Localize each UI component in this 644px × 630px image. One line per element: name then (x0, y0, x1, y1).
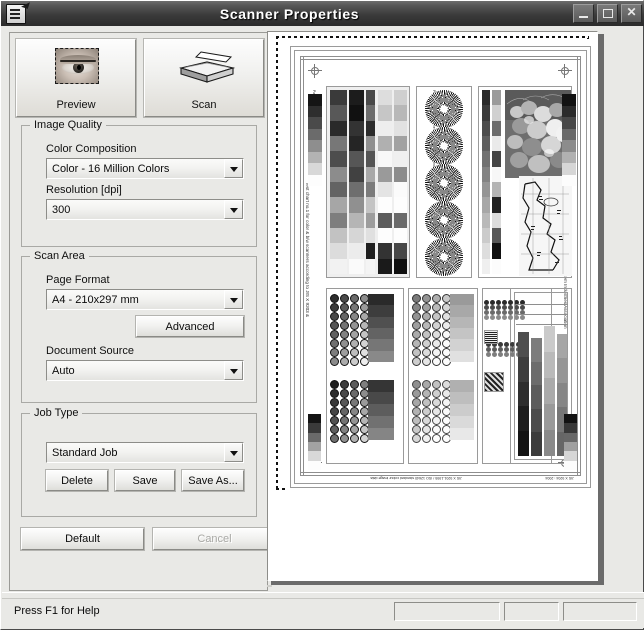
density-bar (531, 338, 542, 456)
scanned-test-chart: Test chart no.1 for color & b/w scanners… (286, 42, 595, 492)
resolution-label: Resolution [dpi] (46, 184, 122, 196)
status-panel-3 (563, 602, 637, 621)
resolution-sunburst (425, 127, 463, 165)
chevron-down-icon[interactable] (224, 159, 243, 178)
preview-shadow-corner (267, 585, 272, 587)
density-bar (544, 326, 555, 456)
scanner-document-icon (6, 3, 26, 24)
preview-button[interactable]: Preview (15, 38, 137, 118)
eye-selection-icon (55, 48, 99, 84)
density-bar (518, 332, 529, 456)
status-divider (2, 598, 644, 599)
color-patch-rings (330, 294, 370, 366)
advanced-button[interactable]: Advanced (135, 315, 245, 338)
resolution-select[interactable]: 300 (46, 199, 244, 220)
grayscale-wedge (308, 94, 322, 186)
page-format-select[interactable]: A4 - 210x297 mm (46, 289, 244, 310)
color-composition-value: Color - 16 Million Colors (52, 162, 170, 175)
close-button[interactable]: ✕ (621, 4, 642, 23)
page-format-label: Page Format (46, 274, 110, 286)
preview-pane[interactable]: Test chart no.1 for color & b/w scanners… (267, 31, 598, 581)
save-job-button[interactable]: Save (114, 469, 176, 492)
status-bar: Press F1 for Help (2, 592, 644, 628)
registration-mark (558, 64, 572, 78)
minimize-button[interactable] (573, 4, 594, 23)
cancel-button: Cancel (152, 527, 277, 551)
status-panel-2 (504, 602, 559, 621)
save-job-as-button[interactable]: Save As... (181, 469, 245, 492)
maximize-button[interactable] (597, 4, 618, 23)
settings-panel: Preview Scan Image Quality Color Composi… (9, 32, 277, 591)
status-help-text: Press F1 for Help (14, 605, 100, 617)
scan-button[interactable]: Scan (143, 38, 265, 118)
scan-area-group: Scan Area Page Format A4 - 210x297 mm Ad… (21, 250, 257, 403)
scanner-properties-window: Scanner Properties ✕ Preview Scan Image … (0, 0, 644, 630)
color-patch-rings (330, 380, 370, 443)
document-source-select[interactable]: Auto (46, 360, 244, 381)
resolution-sunburst (425, 238, 463, 276)
color-patch-rings (412, 380, 452, 443)
document-source-value: Auto (52, 364, 75, 377)
job-type-value: Standard Job (52, 446, 118, 459)
grayscale-wedge (564, 414, 577, 470)
title-bar: Scanner Properties ✕ (1, 1, 644, 26)
resolution-sunburst (425, 90, 463, 128)
job-type-title: Job Type (30, 407, 83, 419)
chevron-down-icon[interactable] (224, 361, 243, 380)
status-panel-1 (394, 602, 500, 621)
registration-mark (308, 64, 322, 78)
maximize-icon (598, 5, 617, 22)
job-type-select[interactable]: Standard Job (46, 442, 244, 463)
preview-shadow-right (598, 34, 604, 585)
document-source-label: Document Source (46, 345, 135, 357)
minimize-icon (574, 5, 593, 22)
window-title: Scanner Properties (219, 5, 360, 22)
resolution-value: 300 (52, 203, 71, 216)
resolution-sunburst (425, 164, 463, 202)
page-format-value: A4 - 210x297 mm (52, 293, 139, 306)
selection-marquee[interactable]: Test chart no.1 for color & b/w scanners… (276, 36, 595, 492)
image-quality-group: Image Quality Color Composition Color - … (21, 119, 257, 247)
resolution-sunburst (425, 201, 463, 239)
chevron-down-icon[interactable] (224, 200, 243, 219)
color-composition-label: Color Composition (46, 143, 137, 155)
action-buttons-row: Preview Scan (15, 38, 265, 118)
scan-button-label: Scan (191, 99, 217, 111)
color-patch-rings (412, 294, 452, 366)
delete-job-button[interactable]: Delete (45, 469, 109, 492)
image-quality-title: Image Quality (30, 119, 106, 131)
chevron-down-icon[interactable] (224, 290, 243, 309)
flatbed-scanner-icon (177, 50, 236, 86)
scan-area-title: Scan Area (30, 250, 89, 262)
default-button[interactable]: Default (20, 527, 145, 551)
job-type-group: Job Type Standard Job Delete Save Save A… (21, 407, 257, 517)
close-icon: ✕ (626, 5, 637, 19)
preview-button-label: Preview (56, 99, 96, 111)
grayscale-wedge (308, 414, 321, 470)
color-composition-select[interactable]: Color - 16 Million Colors (46, 158, 244, 179)
grayscale-wedge (562, 94, 576, 186)
map-detail-image (519, 176, 572, 276)
chevron-down-icon[interactable] (224, 443, 243, 462)
